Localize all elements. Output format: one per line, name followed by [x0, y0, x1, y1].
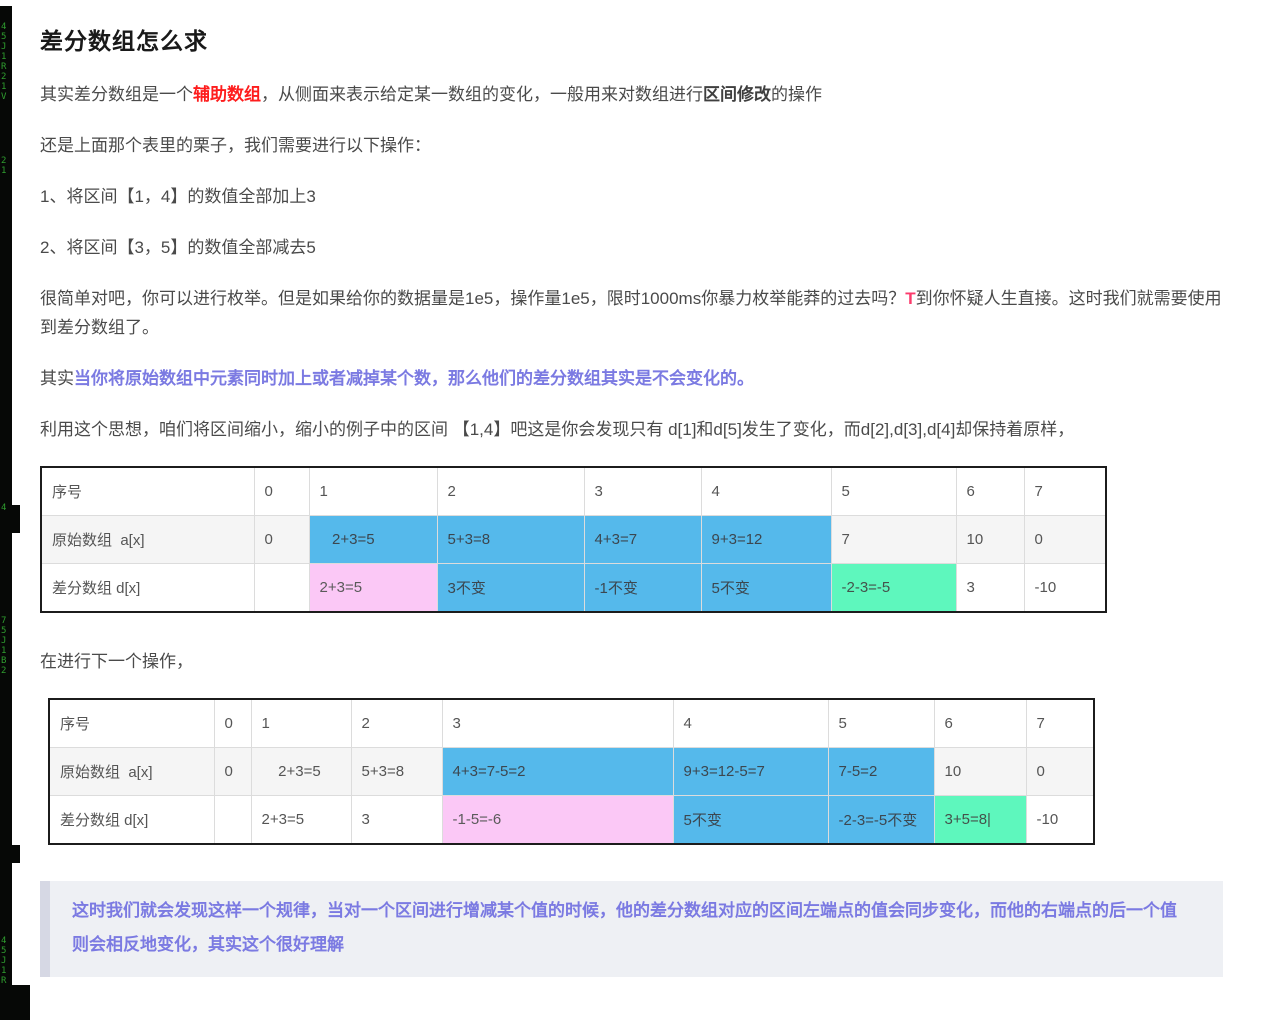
row-label: 差分数组 d[x] [49, 796, 214, 845]
table-cell: 3不变 [437, 564, 584, 613]
table-cell: 2+3=5 [309, 564, 437, 613]
diff-array-table-2: 序号01234567原始数组 a[x]0 2+3=55+3=84+3=7-5=2… [48, 698, 1095, 845]
text-run: 的操作 [771, 85, 822, 104]
table-cell: 0 [1024, 516, 1106, 564]
table-header-row: 序号01234567 [41, 467, 1106, 516]
table-cell: -2-3=-5 [831, 564, 956, 613]
note-text: 这时我们就会发现这样一个规律，当对一个区间进行增减某个值的时候，他的差分数组对应… [72, 901, 1177, 954]
paragraph-op1: 1、将区间【1，4】的数值全部加上3 [40, 182, 1223, 211]
table-cell: 10 [956, 516, 1024, 564]
header-cell: 2 [437, 467, 584, 516]
table-cell: 0 [1026, 748, 1094, 796]
row-label: 差分数组 d[x] [41, 564, 254, 613]
table-cell: 7-5=2 [828, 748, 934, 796]
table-cell: 2+3=5 [251, 796, 351, 845]
table-cell: 5+3=8 [351, 748, 442, 796]
table-cell: 3 [956, 564, 1024, 613]
background-terminal-strip: 45J1R21V21475J1B245J1R2V1 [0, 6, 12, 1014]
paragraph-key-idea: 其实当你将原始数组中元素同时加上或者减掉某个数，那么他们的差分数组其实是不会变化… [40, 364, 1223, 393]
table-cell: 3 [351, 796, 442, 845]
table-header-row: 序号01234567 [49, 699, 1094, 748]
terminal-glyphs: 75J1B2 [1, 616, 11, 676]
table-cell: 9+3=12-5=7 [673, 748, 828, 796]
table-cell [254, 564, 309, 613]
text-run: 其实 [40, 369, 74, 388]
text-run-bold: 区间修改 [703, 85, 771, 104]
terminal-glyphs: 45J1R21V [1, 22, 11, 102]
window-notch [0, 985, 30, 1020]
table-cell: -1不变 [584, 564, 701, 613]
table-cell: 5不变 [701, 564, 831, 613]
header-cell: 3 [584, 467, 701, 516]
table-cell: 0 [254, 516, 309, 564]
table-row: 原始数组 a[x]0 2+3=55+3=84+3=79+3=127100 [41, 516, 1106, 564]
table-row: 差分数组 d[x] 2+3=53-1-5=-65不变-2-3=-5不变3+5=8|… [49, 796, 1094, 845]
page-title: 差分数组怎么求 [40, 22, 1223, 56]
header-cell: 序号 [41, 467, 254, 516]
header-cell: 2 [351, 699, 442, 748]
terminal-glyphs: 21 [1, 156, 11, 176]
terminal-glyphs: 4 [1, 503, 11, 513]
header-cell: 序号 [49, 699, 214, 748]
header-cell: 0 [214, 699, 251, 748]
table-cell [214, 796, 251, 845]
table-cell: 2+3=5 [309, 516, 437, 564]
table-cell: 2+3=5 [251, 748, 351, 796]
table-cell: 9+3=12 [701, 516, 831, 564]
header-cell: 4 [673, 699, 828, 748]
paragraph-op2: 2、将区间【3，5】的数值全部减去5 [40, 233, 1223, 262]
paragraph-shrink-interval: 利用这个思想，咱们将区间缩小，缩小的例子中的区间 【1,4】吧这是你会发现只有 … [40, 415, 1223, 444]
table-cell: -10 [1026, 796, 1094, 845]
table-cell: 4+3=7-5=2 [442, 748, 673, 796]
table-row: 原始数组 a[x]0 2+3=55+3=84+3=7-5=29+3=12-5=7… [49, 748, 1094, 796]
text-run: 其实差分数组是一个 [40, 85, 193, 104]
header-cell: 4 [701, 467, 831, 516]
header-cell: 6 [956, 467, 1024, 516]
text-run: 很简单对吧，你可以进行枚举。但是如果给你的数据量是1e5，操作量1e5，限时10… [40, 289, 905, 308]
table-cell: -2-3=-5不变 [828, 796, 934, 845]
text-run: ，从侧面来表示给定某一数组的变化，一般用来对数组进行 [261, 85, 703, 104]
table-cell: 7 [831, 516, 956, 564]
table-cell: 4+3=7 [584, 516, 701, 564]
header-cell: 1 [251, 699, 351, 748]
header-cell: 5 [828, 699, 934, 748]
table-cell: 5+3=8 [437, 516, 584, 564]
paragraph-intro: 其实差分数组是一个辅助数组，从侧面来表示给定某一数组的变化，一般用来对数组进行区… [40, 80, 1223, 109]
highlight-note: 这时我们就会发现这样一个规律，当对一个区间进行增减某个值的时候，他的差分数组对应… [40, 881, 1223, 977]
text-run-purple: 当你将原始数组中元素同时加上或者减掉某个数，那么他们的差分数组其实是不会变化的。 [74, 369, 754, 388]
table-cell: -10 [1024, 564, 1106, 613]
table-cell: 0 [214, 748, 251, 796]
table-cell-editing[interactable]: 3+5=8| [934, 796, 1026, 845]
header-cell: 3 [442, 699, 673, 748]
diff-array-table-1: 序号01234567原始数组 a[x]0 2+3=55+3=84+3=79+3=… [40, 466, 1107, 613]
row-label: 原始数组 a[x] [41, 516, 254, 564]
header-cell: 7 [1026, 699, 1094, 748]
header-cell: 5 [831, 467, 956, 516]
article: 差分数组怎么求 其实差分数组是一个辅助数组，从侧面来表示给定某一数组的变化，一般… [12, 0, 1273, 977]
table-cell: 5不变 [673, 796, 828, 845]
header-cell: 7 [1024, 467, 1106, 516]
text-run-red: T [905, 289, 915, 308]
row-label: 原始数组 a[x] [49, 748, 214, 796]
text-run-red: 辅助数组 [193, 85, 261, 104]
table-cell: 10 [934, 748, 1026, 796]
table-row: 差分数组 d[x] 2+3=53不变-1不变5不变-2-3=-53-10 [41, 564, 1106, 613]
paragraph-complexity: 很简单对吧，你可以进行枚举。但是如果给你的数据量是1e5，操作量1e5，限时10… [40, 284, 1223, 342]
table-cell: -1-5=-6 [442, 796, 673, 845]
paragraph-next-op: 在进行下一个操作， [40, 647, 1223, 676]
header-cell: 1 [309, 467, 437, 516]
header-cell: 0 [254, 467, 309, 516]
header-cell: 6 [934, 699, 1026, 748]
paragraph-example-lead: 还是上面那个表里的栗子，我们需要进行以下操作： [40, 131, 1223, 160]
